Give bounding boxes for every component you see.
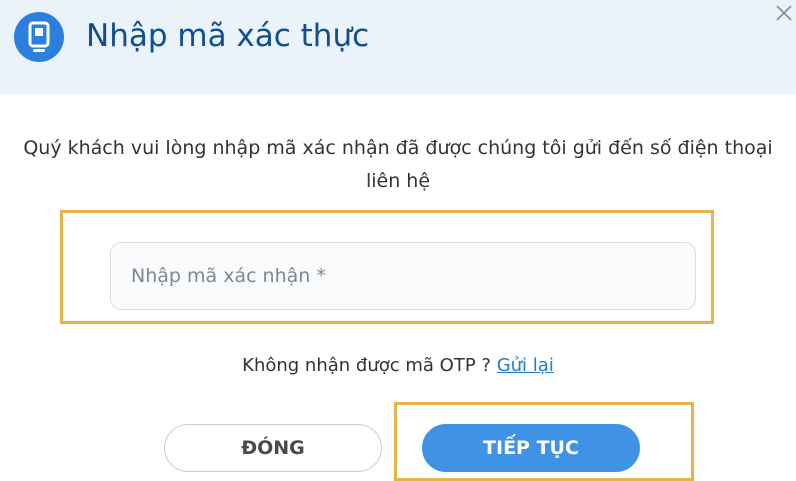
continue-button[interactable]: TIẾP TỤC [422,424,640,472]
close-icon[interactable] [772,2,794,24]
verification-code-input[interactable] [110,242,696,310]
mobile-phone-icon [14,12,64,62]
resend-row: Không nhận được mã OTP ? Gửi lại [0,352,796,380]
instruction-text: Quý khách vui lòng nhập mã xác nhận đã đ… [23,137,773,192]
resend-text: Không nhận được mã OTP ? [242,355,491,376]
resend-link[interactable]: Gửi lại [497,355,554,376]
close-button[interactable]: ĐÓNG [164,424,382,472]
dialog-header: Nhập mã xác thực [0,0,796,94]
dialog-title: Nhập mã xác thực [86,18,370,54]
